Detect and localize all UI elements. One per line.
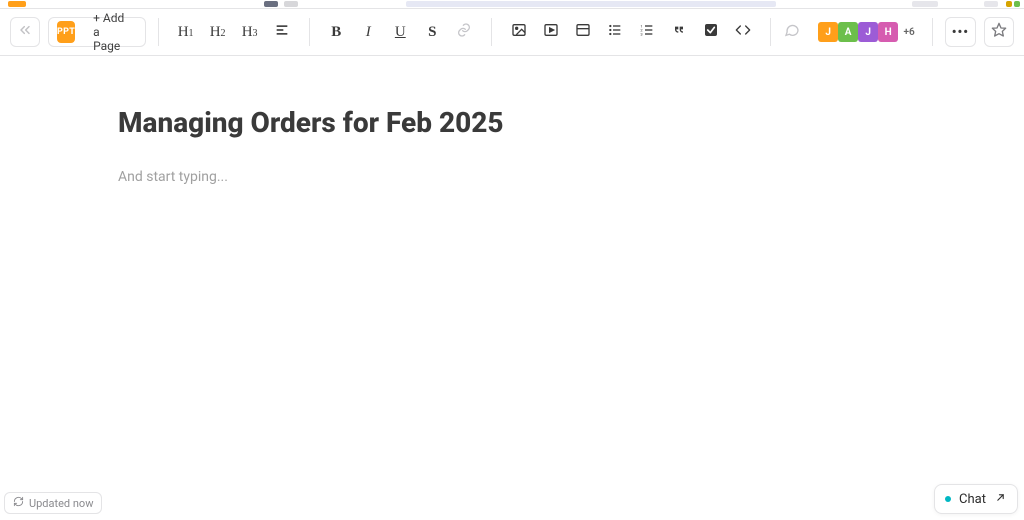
chat-label: Chat bbox=[959, 492, 986, 507]
divider bbox=[932, 18, 933, 46]
more-icon: ••• bbox=[952, 25, 969, 40]
embed-icon bbox=[543, 22, 559, 42]
page-title[interactable]: Managing Orders for Feb 2025 bbox=[118, 106, 1024, 139]
avatar[interactable]: J bbox=[818, 22, 838, 42]
headings-group: H1 H2 H3 bbox=[171, 17, 297, 47]
more-menu-button[interactable]: ••• bbox=[945, 17, 976, 47]
ppt-badge[interactable]: PPT bbox=[57, 21, 75, 43]
bold-button[interactable]: B bbox=[321, 17, 351, 47]
body-placeholder[interactable]: And start typing... bbox=[118, 169, 1024, 185]
layout-icon bbox=[575, 22, 591, 42]
nav-chip-1 bbox=[264, 1, 278, 7]
svg-text:3: 3 bbox=[640, 31, 642, 36]
heading-3-button[interactable]: H3 bbox=[235, 17, 265, 47]
block-insert-group: 123 bbox=[504, 17, 758, 47]
avatar[interactable]: J bbox=[858, 22, 878, 42]
favorite-button[interactable] bbox=[984, 17, 1014, 47]
numbered-list-button[interactable]: 123 bbox=[632, 17, 662, 47]
heading-2-button[interactable]: H2 bbox=[203, 17, 233, 47]
tab-title-chip bbox=[32, 1, 72, 7]
presence-avatars[interactable]: J A J H +6 bbox=[818, 22, 920, 42]
bullet-list-button[interactable] bbox=[600, 17, 630, 47]
sidebar-collapse-button[interactable] bbox=[10, 17, 40, 47]
link-icon bbox=[456, 22, 472, 42]
status-dot-amber bbox=[1006, 1, 1012, 7]
inline-format-group: B I U S bbox=[321, 17, 479, 47]
title-bar bbox=[0, 0, 1024, 8]
layout-button[interactable] bbox=[568, 17, 598, 47]
checklist-button[interactable] bbox=[696, 17, 726, 47]
image-icon bbox=[511, 22, 527, 42]
checklist-icon bbox=[703, 22, 719, 42]
strike-button[interactable]: S bbox=[417, 17, 447, 47]
avatar[interactable]: A bbox=[838, 22, 858, 42]
refresh-icon bbox=[13, 496, 24, 510]
status-dot-green bbox=[1014, 1, 1020, 7]
rt-control-1 bbox=[912, 1, 938, 7]
italic-button[interactable]: I bbox=[353, 17, 383, 47]
align-icon bbox=[274, 22, 290, 42]
align-button[interactable] bbox=[267, 17, 297, 47]
chevron-double-left-icon bbox=[17, 22, 33, 42]
add-page-button[interactable]: + Add a Page bbox=[83, 11, 137, 53]
avatar[interactable]: H bbox=[878, 22, 898, 42]
page-badge-group: PPT + Add a Page bbox=[48, 17, 146, 47]
save-status: Updated now bbox=[4, 492, 102, 514]
divider bbox=[158, 18, 159, 46]
document-body[interactable]: Managing Orders for Feb 2025 And start t… bbox=[0, 56, 1024, 185]
comment-icon bbox=[784, 22, 800, 42]
embed-button[interactable] bbox=[536, 17, 566, 47]
numbered-list-icon: 123 bbox=[639, 22, 655, 42]
code-icon bbox=[735, 22, 751, 42]
image-button[interactable] bbox=[504, 17, 534, 47]
save-status-label: Updated now bbox=[29, 497, 93, 510]
code-button[interactable] bbox=[728, 17, 758, 47]
expand-icon bbox=[994, 491, 1007, 508]
avatar-overflow[interactable]: +6 bbox=[898, 22, 920, 42]
quote-button[interactable] bbox=[664, 17, 694, 47]
chat-button[interactable]: Chat bbox=[934, 484, 1018, 514]
nav-chip-2 bbox=[284, 1, 298, 7]
star-icon bbox=[991, 22, 1007, 42]
divider bbox=[491, 18, 492, 46]
rt-control-2 bbox=[984, 1, 998, 7]
divider bbox=[770, 18, 771, 46]
quote-icon bbox=[671, 22, 687, 42]
url-bar-chip bbox=[406, 1, 776, 7]
app-avatar-chip bbox=[8, 1, 26, 7]
chat-presence-dot bbox=[945, 496, 951, 502]
editor-toolbar: PPT + Add a Page H1 H2 H3 B I U S bbox=[0, 8, 1024, 56]
divider bbox=[309, 18, 310, 46]
comment-button[interactable] bbox=[783, 17, 803, 47]
underline-button[interactable]: U bbox=[385, 17, 415, 47]
bullet-list-icon bbox=[607, 22, 623, 42]
link-button[interactable] bbox=[449, 17, 479, 47]
heading-1-button[interactable]: H1 bbox=[171, 17, 201, 47]
